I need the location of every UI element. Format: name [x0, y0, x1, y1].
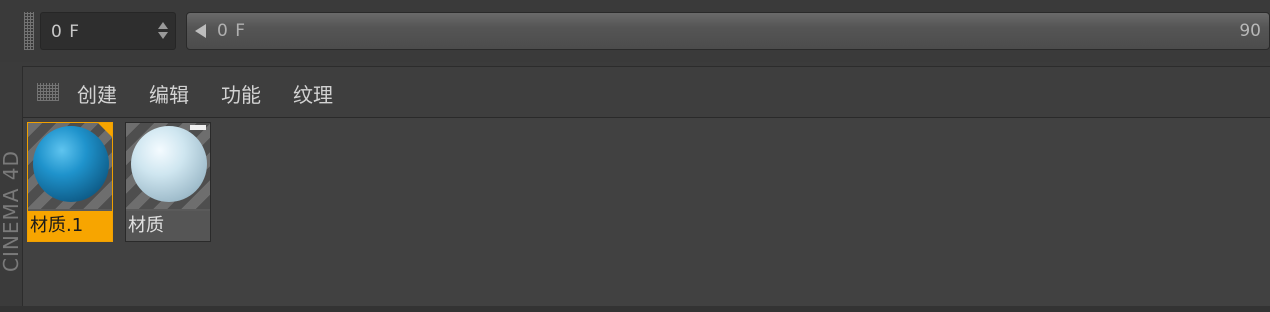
material-swatch[interactable]: 材质 — [125, 122, 211, 242]
slider-end-label: 90 — [1239, 21, 1261, 41]
material-preview — [126, 123, 210, 209]
current-frame-field[interactable]: 0 F — [40, 12, 176, 50]
material-sphere-icon — [33, 126, 109, 202]
material-menu-bar: 创建 编辑 功能 纹理 — [23, 67, 1270, 118]
material-sphere-icon — [131, 126, 207, 202]
menu-item-edit[interactable]: 编辑 — [149, 79, 189, 108]
app-vertical-label: CINEMA 4D — [0, 150, 23, 272]
bottom-edge — [0, 306, 1270, 312]
material-manager-panel: 创建 编辑 功能 纹理 材质.1 材质 — [22, 66, 1270, 307]
drag-grip-icon[interactable] — [24, 12, 34, 50]
menu-item-function[interactable]: 功能 — [221, 79, 261, 108]
menu-item-create[interactable]: 创建 — [77, 79, 117, 108]
slider-handle-icon[interactable] — [195, 24, 206, 38]
step-down-icon[interactable] — [158, 32, 168, 39]
material-name[interactable]: 材质.1 — [28, 211, 112, 241]
material-swatch-selected[interactable]: 材质.1 — [27, 122, 113, 242]
panel-grip-icon[interactable] — [37, 83, 59, 101]
material-flag-icon — [190, 125, 206, 130]
selection-corner-icon — [98, 123, 112, 137]
frame-stepper-icon[interactable] — [157, 21, 169, 43]
slider-current-label: 0 F — [217, 21, 246, 41]
frame-slider[interactable]: 0 F 90 — [186, 12, 1270, 50]
material-name[interactable]: 材质 — [126, 211, 210, 241]
menu-item-texture[interactable]: 纹理 — [293, 79, 333, 108]
material-list: 材质.1 材质 — [23, 118, 1270, 307]
step-up-icon[interactable] — [158, 22, 168, 29]
timeline-bar: 0 F 0 F 90 — [0, 0, 1270, 62]
current-frame-value[interactable]: 0 F — [51, 22, 80, 42]
